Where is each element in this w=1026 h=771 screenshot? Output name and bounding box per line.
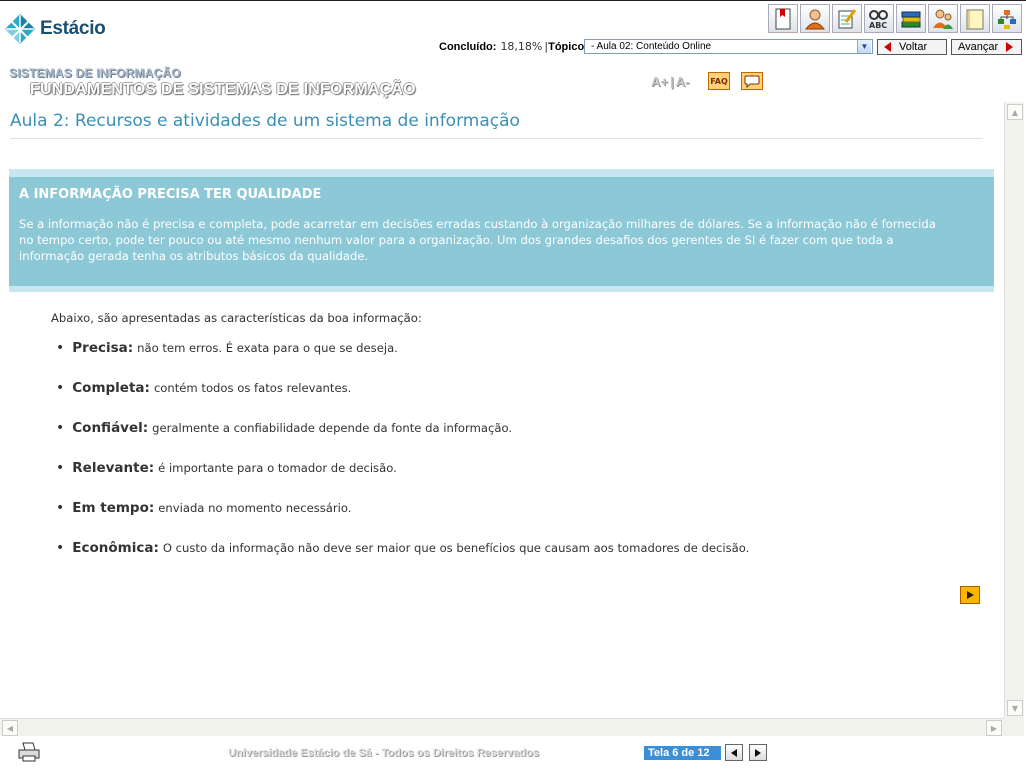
next-page-arrow-button[interactable] [960, 586, 980, 604]
bullet: • [56, 420, 65, 436]
item-term: Em tempo: [72, 500, 155, 516]
topic-label: Tópico [548, 40, 585, 53]
bullet: • [56, 340, 65, 356]
horizontal-scrollbar[interactable]: ◀ ▶ [0, 718, 1004, 736]
logo-diamond-icon [4, 13, 36, 45]
prev-page-button[interactable] [725, 744, 743, 761]
printer-icon[interactable] [17, 742, 41, 762]
user-icon[interactable] [800, 4, 830, 33]
arrow-right-icon [755, 748, 761, 757]
item-term: Confiável: [72, 420, 149, 436]
item-desc: é importante para o tomador de decisão. [158, 461, 397, 475]
scroll-left-icon[interactable]: ◀ [2, 720, 18, 736]
scroll-right-icon[interactable]: ▶ [986, 720, 1002, 736]
list-item: • Confiável: geralmente a confiabilidade d… [56, 420, 749, 460]
scroll-up-icon[interactable]: ▲ [1007, 104, 1023, 120]
notepad-icon[interactable] [832, 4, 862, 33]
logo-text: Estácio [40, 18, 106, 39]
page-indicator: Tela 6 de 12 [644, 746, 721, 760]
estacio-logo: Estácio [4, 13, 106, 45]
scroll-down-icon[interactable]: ▼ [1007, 700, 1023, 716]
arrow-right-icon [1006, 42, 1014, 52]
svg-text:ABC: ABC [869, 21, 887, 30]
course-area: SISTEMAS DE INFORMAÇÃO [9, 66, 181, 80]
play-icon [967, 591, 974, 599]
bullet: • [56, 540, 65, 556]
lesson-title: Aula 2: Recursos e atividades de um sist… [10, 111, 520, 131]
back-button-label: Voltar [899, 41, 928, 53]
copyright-text: Universidade Estácio de Sá - Todos os Di… [228, 747, 539, 759]
title-divider [10, 138, 983, 139]
callout-text: Se a informação não é precisa e completa… [19, 217, 936, 263]
users-icon[interactable] [928, 4, 958, 33]
font-size-controls: A+ | A- [651, 74, 689, 89]
dictionary-icon[interactable]: ABC [864, 4, 894, 33]
books-icon[interactable] [896, 4, 926, 33]
footer: Universidade Estácio de Sá - Todos os Di… [0, 736, 1026, 771]
list-item: • Precisa: não tem erros. É exata para o q… [56, 340, 749, 380]
bullet: • [56, 380, 65, 396]
item-term: Relevante: [72, 460, 155, 476]
course-name: FUNDAMENTOS DE SISTEMAS DE INFORMAÇÃO [30, 81, 416, 98]
list-item: • Econômica: O custo da informação não dev… [56, 540, 749, 580]
scrollbar-corner [1004, 718, 1024, 736]
arrow-left-icon [884, 42, 891, 52]
list-item: • Relevante: é importante para o tomador d… [56, 460, 749, 500]
bullet: • [56, 460, 65, 476]
faq-icon: FAQ [710, 76, 728, 86]
notes-icon[interactable] [960, 4, 990, 33]
item-desc: geralmente a confiabilidade depende da f… [152, 421, 513, 435]
callout-title: A INFORMAÇÃO PRECISA TER QUALIDADE [19, 187, 322, 202]
chevron-down-icon[interactable]: ▼ [857, 40, 871, 53]
callout-box: A INFORMAÇÃO PRECISA TER QUALIDADE Se a … [9, 169, 994, 292]
arrow-left-icon [731, 748, 737, 757]
item-desc: não tem erros. É exata para o que se des… [137, 341, 398, 355]
item-term: Econômica: [72, 540, 159, 556]
map-icon[interactable] [992, 4, 1022, 33]
header: Estácio ABC Concluído: 18,18% | Tópico -… [0, 0, 1026, 102]
topic-select-value: - Aula 02: Conteúdo Online [591, 41, 712, 52]
speech-bubble-icon [744, 75, 760, 88]
font-increase-button[interactable]: A+ [651, 74, 668, 89]
topic-select[interactable]: - Aula 02: Conteúdo Online ▼ [584, 39, 873, 54]
item-desc: enviada no momento necessário. [158, 501, 352, 515]
next-button-label: Avançar [958, 41, 999, 53]
back-button[interactable]: Voltar [877, 39, 947, 55]
item-desc: contém todos os fatos relevantes. [153, 381, 352, 395]
item-term: Precisa: [72, 340, 134, 356]
toolbar: ABC [768, 4, 1022, 33]
chat-button[interactable] [741, 72, 763, 90]
list-item: • Em tempo: enviada no momento necessário. [56, 500, 749, 540]
next-page-button[interactable] [749, 744, 767, 761]
intro-text: Abaixo, são apresentadas as característi… [51, 311, 422, 325]
font-decrease-button[interactable]: A- [676, 74, 690, 89]
progress-value: 18,18% [500, 40, 543, 53]
progress-label: Concluído: [439, 40, 497, 53]
font-separator: | [669, 74, 674, 89]
item-term: Completa: [72, 380, 150, 396]
faq-button[interactable]: FAQ [708, 72, 730, 90]
bullet: • [56, 500, 65, 516]
item-desc: O custo da informação não deve ser maior… [162, 541, 750, 555]
next-button[interactable]: Avançar [951, 39, 1022, 55]
characteristics-list: • Precisa: não tem erros. É exata para o q… [56, 340, 749, 580]
list-item: • Completa: contém todos os fatos relevant… [56, 380, 749, 420]
bookmark-icon[interactable] [768, 4, 798, 33]
content-frame: Aula 2: Recursos e atividades de um sist… [0, 102, 1004, 718]
vertical-scrollbar[interactable]: ▲ ▼ [1004, 102, 1024, 718]
progress-indicator: Concluído: 18,18% | Tópico [439, 40, 584, 53]
